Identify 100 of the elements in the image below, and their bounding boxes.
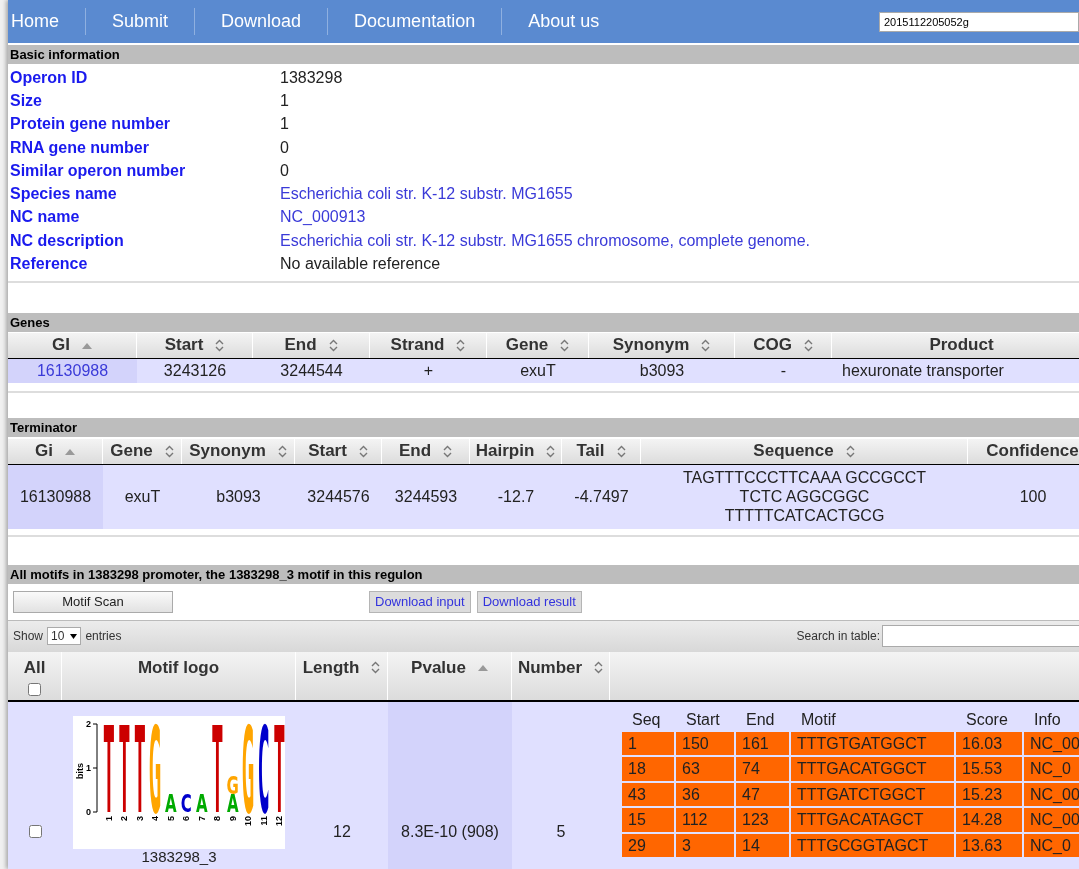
column-header[interactable]: Sequence [641,438,968,464]
field-label: NC name [9,207,81,228]
table-cell: 8.3E-10 (908) [388,701,512,869]
sort-icon[interactable] [546,444,556,458]
section-header: Basic information [8,45,1079,64]
column-header[interactable]: End [253,332,370,358]
field-label: Species name [9,184,118,205]
site-cell: 14.28 [956,808,1022,832]
motif-scan-button[interactable]: Motif Scan [13,590,173,613]
nav-link[interactable]: About us [502,8,626,35]
site-cell: TTTGACATGGCT [791,757,954,781]
site-cell: 47 [736,782,789,807]
column-header[interactable]: Gene [487,332,589,358]
sort-icon[interactable] [215,338,225,352]
site-cell: 15.23 [956,782,1022,807]
column-header[interactable]: Product [832,332,1079,358]
search-label: Search in table: [796,628,880,646]
sort-icon[interactable] [443,444,453,458]
table-cell-text: exuT [519,360,557,381]
site-column-header: Seq [631,709,662,730]
column-header[interactable]: Strand [370,332,487,358]
sort-icon[interactable] [277,444,287,458]
table-cell-text: exuT [123,487,162,508]
field-link[interactable]: Escherichia coli str. K-12 substr. MG1655 [280,182,573,207]
table-cell-text: 5 [555,821,567,842]
site-cell: TTTGATCTGGCT [791,782,954,807]
sort-ascending-icon[interactable] [81,341,92,349]
dropdown-caret-icon [70,633,78,639]
column-header[interactable]: GI [8,332,137,358]
field-label: Similar operon number [9,160,187,181]
field-label: Reference [9,254,89,275]
table-cell-text: - [779,360,788,381]
nav-link[interactable]: Download [195,8,329,35]
sort-icon[interactable] [328,338,338,352]
table-cell-text: + [422,360,435,381]
table-cell-text: 3244576 [306,487,371,508]
site-cell: 13.63 [956,833,1022,858]
field-value: 1383298 [280,67,343,88]
table-cell-text: b3093 [638,360,686,381]
page-size-select[interactable]: 10 [47,627,82,646]
nav-link[interactable]: Documentation [328,8,503,35]
sort-ascending-icon[interactable] [477,663,488,671]
sort-icon[interactable] [594,660,604,674]
search-field[interactable]: 2015112205052g [879,11,1079,32]
field-value: 1 [280,114,289,135]
table-cell: 16130988 [8,464,103,529]
column-header[interactable]: Number [512,651,610,700]
column-header[interactable]: Tail [562,438,641,464]
site-cell: 63 [676,757,734,781]
site-column-header: Motif [800,709,837,730]
column-header[interactable]: Synonym [589,332,735,358]
column-header[interactable]: Motif logo [62,651,296,700]
site-column-header: End [745,709,776,730]
column-header[interactable]: Gi [8,438,103,464]
sort-icon[interactable] [358,444,368,458]
sort-icon[interactable] [371,660,381,674]
site-cell: 123 [736,808,789,832]
site-cell: 43 [622,782,674,807]
row-checkbox[interactable] [28,825,42,839]
nav-link[interactable]: Home [8,8,86,35]
table-cell-text: -4.7497 [573,487,630,508]
field-link[interactable]: Escherichia coli str. K-12 substr. MG1655 chromosome, complete genome. [280,228,810,253]
column-header[interactable]: COG [735,332,832,358]
sort-icon[interactable] [560,338,570,352]
column-header[interactable]: Length [296,651,388,700]
site-column-header: Start [685,709,721,730]
sort-icon[interactable] [616,444,626,458]
table-search-field[interactable] [882,625,1079,648]
column-header[interactable]: Confidence [968,438,1079,464]
site-cell: NC_0 [1024,833,1079,858]
sort-icon[interactable] [803,338,813,352]
column-header[interactable]: Synonym [182,438,295,464]
show-label: Show [13,628,44,646]
site-column-header: Score [965,709,1009,730]
section-header: Genes [8,312,1079,332]
column-header[interactable]: Start [295,438,382,464]
site-cell: TTTGTGATGGCT [791,731,954,756]
select-all-checkbox[interactable] [28,683,41,697]
column-header[interactable]: Start [137,332,253,358]
entries-label: entries [85,628,122,646]
column-header[interactable]: Gene [103,438,182,464]
download-button[interactable]: Download input [369,590,471,613]
column-header[interactable]: All [8,651,62,700]
nav-link[interactable]: Submit [86,8,196,35]
column-header[interactable]: Hairpin [470,438,562,464]
sort-icon[interactable] [845,444,855,458]
column-header[interactable]: End [382,438,470,464]
sort-icon[interactable] [164,444,174,458]
field-label: NC description [9,230,125,251]
sort-ascending-icon[interactable] [64,447,75,455]
gene-link[interactable]: 16130988 [8,358,137,383]
section-header: Terminator [8,417,1079,437]
sort-icon[interactable] [456,338,466,352]
site-cell: 18 [622,757,674,781]
column-header[interactable]: Pvalue [388,651,512,700]
sort-icon[interactable] [701,338,711,352]
download-button[interactable]: Download result [476,590,582,613]
site-cell: NC_00 [1024,808,1079,832]
site-cell: 3 [676,833,734,858]
field-link[interactable]: NC_000913 [280,205,366,230]
